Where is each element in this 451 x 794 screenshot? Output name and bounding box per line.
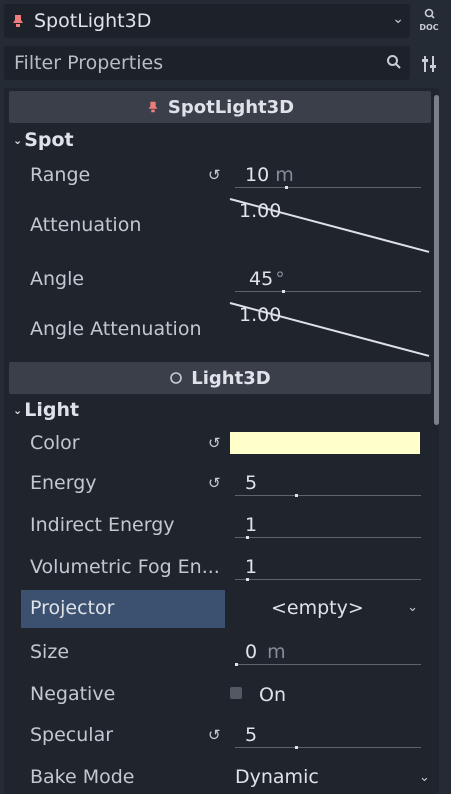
slider-grabber[interactable] — [246, 536, 250, 539]
spotlight-icon — [148, 101, 158, 113]
filter-input[interactable] — [12, 51, 376, 75]
size-value[interactable]: 0m — [245, 641, 286, 663]
angle-value[interactable]: 45 ° — [249, 268, 285, 290]
property-range[interactable]: Range ↺ 10 m — [9, 160, 431, 194]
class-header-spotlight3d: SpotLight3D — [9, 91, 431, 123]
property-label: Indirect Energy — [30, 514, 175, 536]
property-label: Attenuation — [30, 214, 142, 236]
property-label: Negative — [30, 683, 116, 705]
property-volumetric-fog-energy[interactable]: Volumetric Fog En... 1 — [9, 552, 431, 588]
slider-grabber[interactable] — [285, 186, 289, 189]
revert-icon[interactable]: ↺ — [208, 474, 221, 492]
chevron-down-icon: ⌄ — [13, 403, 23, 417]
property-label: Specular — [30, 724, 114, 746]
property-angle-attenuation[interactable]: Angle Attenuation 1.00 — [9, 300, 431, 357]
property-label: Volumetric Fog En... — [30, 556, 220, 578]
range-slider[interactable] — [235, 186, 421, 189]
property-attenuation[interactable]: Attenuation 1.00 — [9, 196, 431, 253]
negative-checkbox[interactable] — [230, 687, 242, 699]
property-label: Angle — [30, 268, 85, 290]
chevron-down-icon[interactable]: ⌄ — [419, 770, 430, 785]
property-label: Range — [30, 164, 91, 186]
specular-slider[interactable] — [235, 746, 421, 749]
projector-value: <empty> — [271, 597, 364, 619]
section-spot[interactable]: ⌄ Spot — [9, 126, 431, 154]
property-label: Energy — [30, 472, 97, 494]
property-projector[interactable]: Projector — [21, 590, 225, 628]
property-label: Color — [30, 432, 80, 454]
node-title: SpotLight3D — [34, 10, 152, 32]
property-label: Size — [30, 641, 70, 663]
indirect-energy-value[interactable]: 1 — [245, 514, 257, 536]
volumetric-fog-energy-value[interactable]: 1 — [245, 556, 257, 578]
slider-grabber[interactable] — [281, 290, 285, 293]
bake-mode-value[interactable]: Dynamic — [235, 766, 319, 788]
property-specular[interactable]: Specular ↺ 5 — [9, 720, 431, 756]
revert-icon[interactable]: ↺ — [208, 434, 221, 452]
class-header-light3d: Light3D — [9, 362, 431, 394]
projector-resource-picker[interactable]: <empty> ⌄ — [226, 590, 426, 628]
search-icon — [424, 8, 435, 19]
chevron-down-icon[interactable]: ⌄ — [392, 11, 404, 27]
angle-slider[interactable] — [235, 290, 421, 293]
property-angle[interactable]: Angle 45 ° — [9, 264, 431, 298]
size-slider[interactable] — [235, 663, 421, 666]
revert-icon[interactable]: ↺ — [208, 726, 221, 744]
section-light[interactable]: ⌄ Light — [9, 396, 431, 424]
range-value[interactable]: 10 m — [245, 164, 294, 186]
class-header-title: Light3D — [191, 367, 271, 389]
property-label: Angle Attenuation — [30, 318, 202, 340]
energy-value[interactable]: 5 — [245, 472, 257, 494]
property-label: Bake Mode — [30, 766, 135, 788]
filter-options-icon[interactable] — [418, 52, 440, 76]
slider-grabber[interactable] — [246, 578, 250, 581]
section-title: Spot — [24, 129, 74, 151]
doc-button[interactable]: DOC — [416, 8, 442, 36]
property-size[interactable]: Size 0m — [9, 637, 431, 673]
revert-icon[interactable]: ↺ — [208, 166, 221, 184]
doc-label: DOC — [419, 23, 439, 32]
class-header-title: SpotLight3D — [167, 96, 295, 118]
property-energy[interactable]: Energy ↺ 5 — [9, 468, 431, 504]
section-title: Light — [24, 399, 80, 421]
specular-value[interactable]: 5 — [245, 724, 257, 746]
light-icon — [170, 372, 183, 384]
node-selector[interactable]: SpotLight3D ⌄ — [4, 4, 410, 38]
property-indirect-energy[interactable]: Indirect Energy 1 — [9, 510, 431, 546]
inspector-scrollbar[interactable] — [434, 95, 439, 425]
spotlight-icon — [13, 15, 23, 27]
attenuation-curve[interactable] — [229, 198, 430, 253]
chevron-down-icon: ⌄ — [13, 133, 23, 147]
property-label: Projector — [30, 597, 115, 619]
property-negative[interactable]: Negative On — [9, 679, 431, 715]
filter-properties-field[interactable] — [4, 46, 410, 80]
volumetric-fog-energy-slider[interactable] — [235, 578, 421, 581]
search-icon — [387, 55, 401, 69]
slider-grabber[interactable] — [235, 663, 238, 666]
slider-grabber[interactable] — [294, 746, 298, 749]
slider-grabber[interactable] — [294, 494, 298, 497]
property-bake-mode[interactable]: Bake Mode Dynamic ⌄ — [9, 762, 431, 794]
indirect-energy-slider[interactable] — [235, 536, 421, 539]
chevron-down-icon[interactable]: ⌄ — [407, 600, 418, 615]
energy-slider[interactable] — [235, 494, 421, 497]
light-color-swatch[interactable] — [230, 432, 420, 454]
negative-checkbox-label[interactable]: On — [259, 684, 286, 706]
angle-attenuation-curve[interactable] — [229, 302, 430, 357]
